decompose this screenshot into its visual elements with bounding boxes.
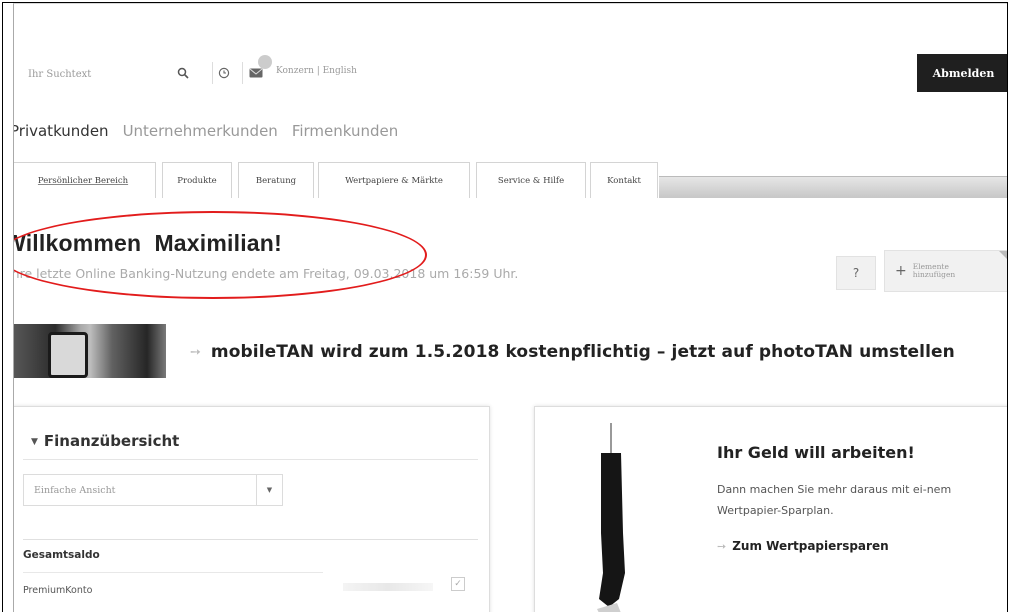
invest-link-label: Zum Wertpapiersparen — [732, 539, 889, 553]
collapse-triangle-icon[interactable]: ▼ — [31, 437, 38, 447]
finance-overview-title[interactable]: ▼ Finanzübersicht — [31, 432, 179, 450]
banner-image[interactable] — [14, 324, 166, 378]
view-select-value: Einfache Ansicht — [34, 484, 116, 496]
account-premiumkonto[interactable]: PremiumKonto — [23, 585, 92, 596]
divider — [23, 572, 323, 573]
tab-service-hilfe[interactable]: Service & Hilfe — [476, 162, 586, 198]
total-balance-label: Gesamtsaldo — [23, 549, 100, 561]
help-label: ? — [852, 266, 860, 280]
welcome-heading: Willkommen Maximilian! — [13, 230, 282, 257]
tab-kontakt[interactable]: Kontakt — [590, 162, 658, 198]
plus-icon: + — [895, 263, 907, 279]
page: Ihr Suchtext Konzern | English Abmelden … — [13, 3, 1007, 612]
customer-segment-nav: Privatkunden Unternehmerkunden Firmenkun… — [14, 122, 398, 140]
divider — [23, 459, 478, 460]
tab-produkte[interactable]: Produkte — [162, 162, 232, 198]
tab-label: Service & Hilfe — [497, 175, 565, 186]
tabbar-background — [659, 176, 1007, 198]
main-tabs: Persönlicher Bereich Produkte Beratung W… — [14, 162, 1007, 198]
tab-persoenlicher-bereich[interactable]: Persönlicher Bereich — [14, 162, 156, 198]
tab-label: Produkte — [177, 175, 217, 186]
invest-title: Ihr Geld will arbeiten! — [717, 443, 915, 462]
segment-unternehmerkunden[interactable]: Unternehmerkunden — [123, 122, 278, 140]
smartphone-image — [48, 332, 88, 378]
add-elements-label: Elemente hinzufügen — [912, 262, 956, 279]
tab-label: Beratung — [255, 175, 297, 186]
divider — [23, 539, 478, 540]
corporate-language-links[interactable]: Konzern | English — [276, 66, 357, 76]
help-button[interactable]: ? — [836, 256, 876, 290]
chevron-down-icon[interactable]: ▼ — [256, 475, 282, 505]
history-clock-icon[interactable] — [212, 62, 234, 84]
securities-savings-link[interactable]: ➙ Zum Wertpapiersparen — [717, 539, 889, 553]
finance-title-label: Finanzübersicht — [43, 432, 180, 450]
tab-label: Kontakt — [607, 175, 641, 186]
welcome-greeting: Willkommen — [13, 230, 142, 256]
invest-description: Dann machen Sie mehr daraus mit ei-nem W… — [717, 483, 952, 517]
investment-teaser-panel: Ihr Geld will arbeiten! Dann machen Sie … — [534, 406, 1007, 612]
welcome-exclaim: ! — [274, 230, 282, 256]
add-elements-button[interactable]: + Elemente hinzufügen — [884, 250, 1007, 292]
view-select[interactable]: Einfache Ansicht ▼ — [23, 474, 283, 506]
tab-beratung[interactable]: Beratung — [238, 162, 314, 198]
mail-count-badge — [258, 55, 272, 69]
banner-message: mobileTAN wird zum 1.5.2018 kostenpflich… — [210, 342, 955, 362]
arrow-right-icon: ➙ — [717, 540, 727, 553]
photo-tan-banner-link[interactable]: ➙ mobileTAN wird zum 1.5.2018 kostenpfli… — [190, 342, 955, 362]
account-balance-blurred — [343, 583, 433, 591]
finance-overview-panel: ▼ Finanzübersicht Einfache Ansicht ▼ Gesa… — [14, 406, 490, 612]
segment-firmenkunden[interactable]: Firmenkunden — [292, 122, 398, 140]
tab-label: Persönlicher Bereich — [37, 175, 129, 186]
tab-wertpapiere-maerkte[interactable]: Wertpapiere & Märkte — [318, 162, 470, 198]
welcome-name: Maximilian — [154, 230, 275, 256]
checkmark-icon[interactable]: ✓ — [451, 577, 465, 591]
arrow-right-icon: ➙ — [190, 344, 201, 360]
browser-frame: Ihr Suchtext Konzern | English Abmelden … — [2, 2, 1008, 612]
mailbox-icon[interactable] — [242, 55, 272, 84]
logout-button[interactable]: Abmelden — [917, 54, 1007, 92]
tab-label: Wertpapiere & Märkte — [345, 175, 443, 186]
corner-fold-icon — [999, 251, 1007, 265]
top-bar: Ihr Suchtext Konzern | English Abmelden — [14, 54, 1007, 92]
hanging-sock-image — [597, 423, 625, 612]
search-icon[interactable] — [172, 62, 194, 84]
last-login-info: Ihre letzte Online Banking-Nutzung endet… — [13, 266, 519, 281]
segment-privatkunden[interactable]: Privatkunden — [14, 122, 109, 140]
